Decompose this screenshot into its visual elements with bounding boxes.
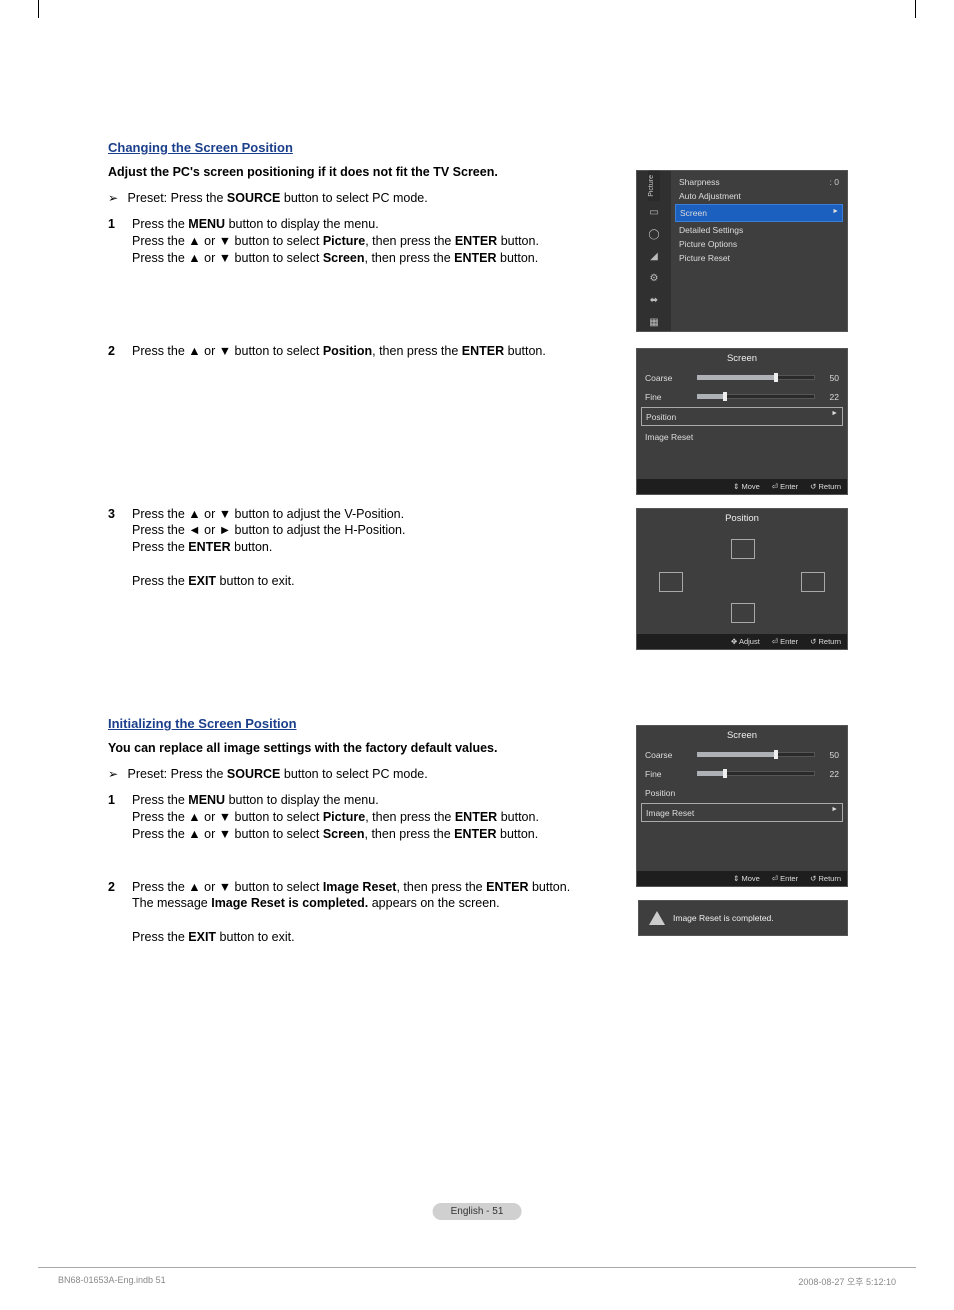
- footer-adjust: ✥ Adjust: [731, 637, 760, 646]
- section1-heading: Changing the Screen Position: [108, 140, 848, 155]
- position-up-icon: [731, 539, 755, 559]
- osd-item-detailed: Detailed Settings: [677, 223, 841, 237]
- sound-icon: ◯: [647, 229, 661, 241]
- footer-return: ↺ Return: [810, 874, 841, 883]
- osd-picture-menu: Picture ▭ ◯ ◢ ⚙ ⬌ ▦ Sharpness: 0 Auto Ad…: [636, 170, 848, 332]
- osd-row-position: Position: [637, 783, 847, 802]
- osd-row-fine: Fine 22: [637, 764, 847, 783]
- osd-screen-menu-1: Screen Coarse 50 Fine 22 Position Image …: [636, 348, 848, 495]
- app-icon: ▦: [647, 317, 661, 329]
- channel-icon: ◢: [647, 251, 661, 263]
- setup-icon: ⚙: [647, 273, 661, 285]
- footer-return: ↺ Return: [810, 637, 841, 646]
- osd-tab-picture: Picture: [648, 171, 660, 201]
- manual-content: Changing the Screen Position Adjust the …: [108, 140, 848, 952]
- osd-row-coarse: Coarse 50: [637, 745, 847, 764]
- osd-screen-menu-2: Screen Coarse 50 Fine 22 Position Image …: [636, 725, 848, 887]
- osd-item-screen-selected: Screen: [675, 204, 843, 222]
- position-down-icon: [731, 603, 755, 623]
- osd-item-sharpness: Sharpness: 0: [677, 175, 841, 189]
- footer-file: BN68-01653A-Eng.indb 51: [58, 1275, 166, 1288]
- osd-row-position-highlight: Position: [641, 407, 843, 426]
- osd-item-options: Picture Options: [677, 237, 841, 251]
- footer-date: 2008-08-27 오후 5:12:10: [798, 1275, 896, 1288]
- osd-row-image-reset: Image Reset: [637, 427, 847, 446]
- input-icon: ⬌: [647, 295, 661, 307]
- position-left-icon: [659, 572, 683, 592]
- page-number-badge: English - 51: [433, 1203, 522, 1220]
- footer-return: ↺ Return: [810, 482, 841, 491]
- osd-row-coarse: Coarse 50: [637, 368, 847, 387]
- osd-item-auto-adjust: Auto Adjustment: [677, 189, 841, 203]
- preset-arrow-icon: ➢: [108, 191, 118, 205]
- tv-icon: ▭: [647, 207, 661, 219]
- osd-item-picture-reset: Picture Reset: [677, 251, 841, 265]
- osd-position-adjust: Position ✥ Adjust ⏎ Enter ↺ Return: [636, 508, 848, 650]
- osd-message-box: Image Reset is completed.: [638, 900, 848, 936]
- osd-row-image-reset-highlight: Image Reset: [641, 803, 843, 822]
- footer-enter: ⏎ Enter: [772, 637, 798, 646]
- footer-enter: ⏎ Enter: [772, 874, 798, 883]
- footer-move: ⇕ Move: [733, 874, 760, 883]
- osd-row-fine: Fine 22: [637, 387, 847, 406]
- footer-move: ⇕ Move: [733, 482, 760, 491]
- footer-enter: ⏎ Enter: [772, 482, 798, 491]
- preset-arrow-icon: ➢: [108, 767, 118, 781]
- warning-icon: [649, 911, 665, 925]
- position-right-icon: [801, 572, 825, 592]
